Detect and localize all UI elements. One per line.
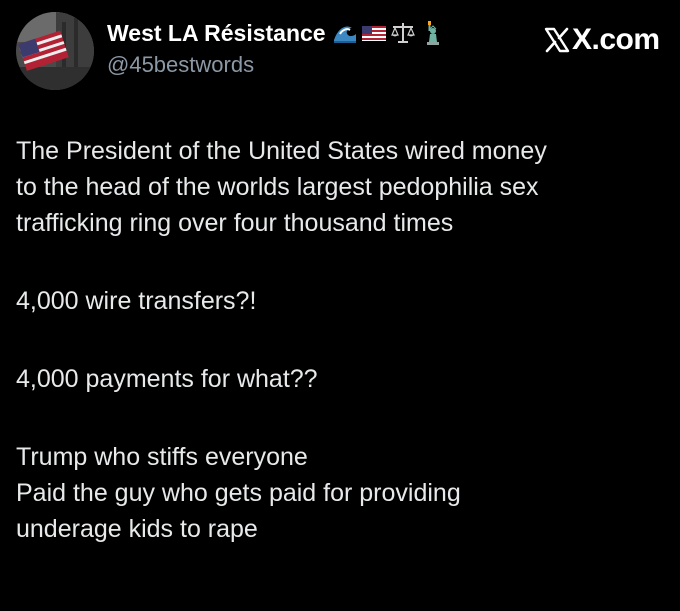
- name-emojis: [332, 20, 445, 46]
- statue-of-liberty-icon: [426, 21, 439, 45]
- post-paragraph: 4,000 wire transfers?!: [16, 283, 656, 319]
- source-label: X.com: [572, 23, 660, 56]
- post-paragraph: The President of the United States wired…: [16, 133, 656, 241]
- post-text-line: The President of the United States wired…: [16, 137, 547, 165]
- balance-scale-icon: [390, 23, 415, 43]
- post-card: West LA Résistance @45bestwords X.com Th…: [0, 0, 680, 611]
- post-text-line: 4,000 payments for what??: [16, 365, 318, 393]
- post-paragraph: 4,000 payments for what??: [16, 361, 656, 397]
- avatar[interactable]: [16, 12, 94, 90]
- avatar-image: [16, 12, 94, 90]
- post-body: The President of the United States wired…: [16, 133, 656, 547]
- post-text-line: 4,000 wire transfers?!: [16, 287, 257, 315]
- x-logo-icon: [544, 27, 570, 53]
- source-branding: X.com: [544, 22, 660, 58]
- post-paragraph: Trump who stiffs everyone Paid the guy w…: [16, 439, 656, 547]
- post-text-line: underage kids to rape: [16, 515, 258, 543]
- us-flag-icon: [361, 26, 386, 41]
- author-block: West LA Résistance @45bestwords: [107, 16, 527, 82]
- user-handle[interactable]: @45bestwords: [107, 52, 254, 78]
- display-name[interactable]: West LA Résistance: [107, 20, 326, 47]
- post-text-line: Trump who stiffs everyone: [16, 443, 308, 471]
- ocean-wave-icon: [333, 26, 356, 43]
- post-text-line: to the head of the worlds largest pedoph…: [16, 173, 539, 201]
- post-text-line: Paid the guy who gets paid for providing: [16, 479, 461, 507]
- post-text-line: trafficking ring over four thousand time…: [16, 209, 454, 237]
- name-row: West LA Résistance: [107, 16, 445, 50]
